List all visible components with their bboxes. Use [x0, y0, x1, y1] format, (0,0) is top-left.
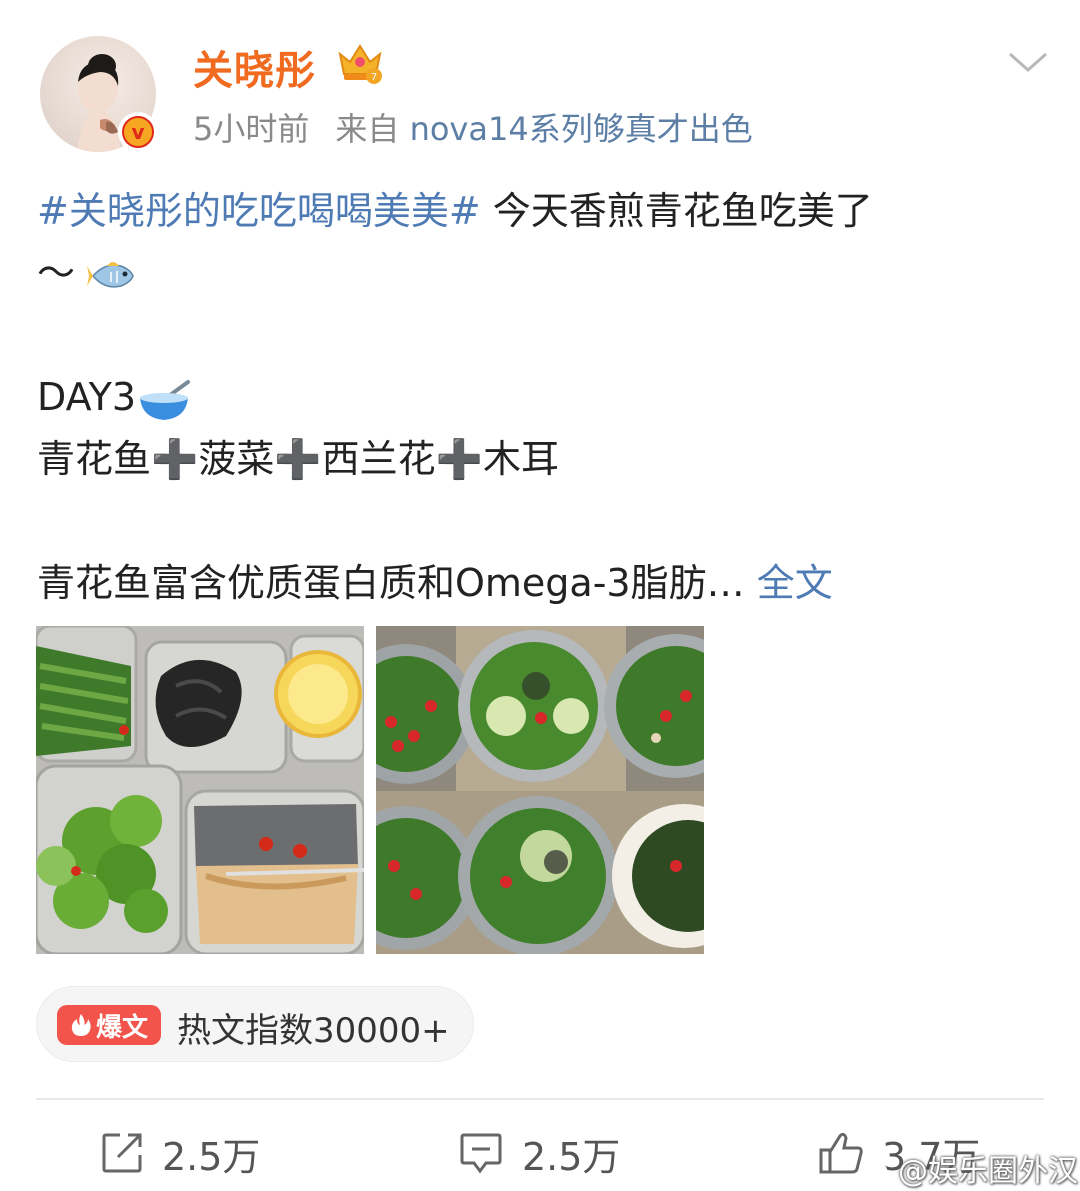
device-link[interactable]: nova14系列够真才出色: [410, 110, 753, 148]
post-text-line2: ～: [37, 251, 76, 295]
comment-count: 2.5万: [522, 1134, 621, 1179]
post-time: 5小时前: [193, 110, 310, 148]
post-meta: 5小时前 来自 nova14系列够真才出色: [193, 104, 753, 150]
full-text-link[interactable]: 全文: [757, 561, 833, 605]
user-name[interactable]: 关晓彤: [193, 38, 316, 96]
divider: [36, 1098, 1044, 1100]
watermark: @娱乐圈外汉: [858, 1146, 1078, 1190]
post-body: #关晓彤的吃吃喝喝美美# 今天香煎青花鱼吃美了 ～ DAY3 青花鱼➕菠菜➕西兰…: [37, 180, 1037, 614]
watermark-text: @娱乐圈外汉: [898, 1154, 1078, 1189]
svg-text:7: 7: [371, 72, 377, 83]
day-label: DAY3: [37, 375, 137, 419]
hot-tag: 爆文: [57, 1005, 161, 1045]
topic-link[interactable]: #关晓彤的吃吃喝喝美美#: [37, 189, 481, 233]
chevron-down-icon[interactable]: [1004, 46, 1052, 78]
weibo-post: v 关晓彤 7 5小时前 来自 nova14系列够真才出色 #关晓彤的吃吃喝喝美美…: [0, 0, 1080, 1191]
post-text-line1: 今天香煎青花鱼吃美了: [480, 189, 873, 233]
bowl-icon: [140, 379, 191, 420]
vip-crown-icon[interactable]: 7: [336, 40, 384, 84]
hot-tag-label: 爆文: [95, 1012, 148, 1043]
post-summary: 青花鱼富含优质蛋白质和Omega-3脂肪…: [37, 561, 745, 605]
flame-icon: [71, 1014, 91, 1036]
hot-index-text: 热文指数30000+: [177, 1011, 450, 1051]
repost-count: 2.5万: [162, 1134, 261, 1179]
photo-lunch-tray[interactable]: [36, 626, 364, 954]
repost-icon: [102, 1133, 142, 1173]
verified-badge-icon: v: [118, 112, 158, 152]
repost-button[interactable]: 2.5万: [100, 1128, 261, 1179]
source-label: 来自: [335, 110, 400, 148]
weibo-logo-icon: [858, 1156, 891, 1182]
menu-line: 青花鱼➕菠菜➕西兰花➕木耳: [37, 437, 559, 481]
hot-post-badge[interactable]: 爆文 热文指数30000+: [36, 986, 474, 1062]
comment-button[interactable]: 2.5万: [458, 1128, 621, 1179]
photo-salad-bowls[interactable]: [376, 626, 704, 954]
fish-icon: [87, 261, 134, 288]
comment-icon: [460, 1133, 502, 1174]
